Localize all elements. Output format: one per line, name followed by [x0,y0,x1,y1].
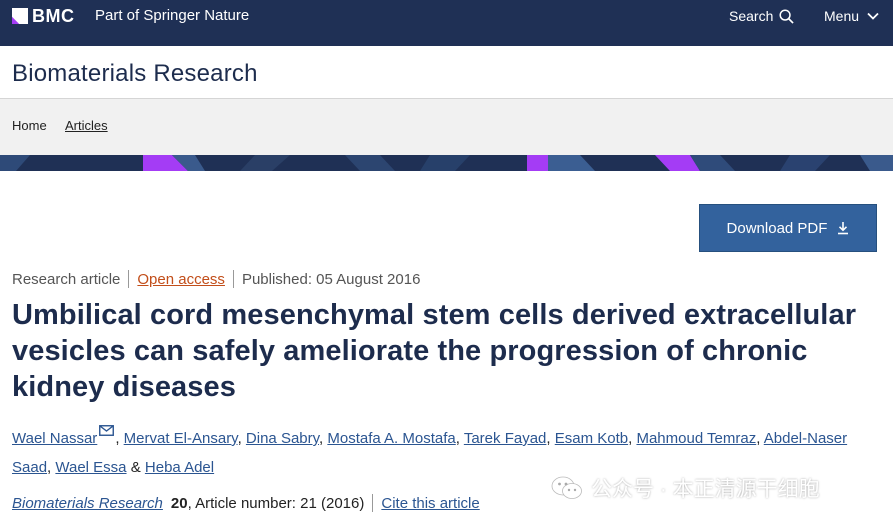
site-header: BMC Part of Springer Nature Search Menu [0,0,893,46]
search-label: Search [729,8,774,24]
citation-journal-link[interactable]: Biomaterials Research [12,495,163,512]
author-separator: , [115,430,120,447]
chevron-down-icon [867,12,879,20]
citation-divider [372,494,374,512]
author-separator: , [756,430,761,447]
author-link[interactable]: Mostafa A. Mostafa [327,430,455,447]
bmc-logo-icon [12,8,28,24]
author-separator: , [237,430,242,447]
author-ampersand: & [130,459,141,476]
author-link[interactable]: Tarek Fayad [464,430,547,447]
author-separator: , [455,430,460,447]
logo-text: BMC [32,6,75,26]
breadcrumb: Home Articles [0,99,893,155]
journal-title[interactable]: Biomaterials Research [12,60,258,88]
banner-pattern [0,155,893,171]
article-meta: Research article Open access Published: … [12,270,420,288]
author-link[interactable]: Wael Essa [55,459,126,476]
author-link[interactable]: Dina Sabry [246,430,319,447]
open-access-link[interactable]: Open access [137,271,225,288]
menu-button[interactable]: Menu [824,8,879,24]
author-link[interactable]: Esam Kotb [555,430,628,447]
bmc-logo[interactable]: BMC [12,7,75,25]
menu-label: Menu [824,8,860,24]
tagline[interactable]: Part of Springer Nature [95,7,249,25]
author-separator: , [546,430,551,447]
watermark-text: 公众号 · 本正清源干细胞 [591,478,820,501]
envelope-icon[interactable] [99,425,115,436]
author-separator: , [319,430,324,447]
search-icon [779,8,795,24]
article-title: Umbilical cord mesenchymal stem cells de… [12,299,857,403]
meta-divider [128,270,130,288]
journal-bar: Biomaterials Research [0,46,893,99]
breadcrumb-home[interactable]: Home [12,118,47,133]
search-button[interactable]: Search [729,8,795,24]
meta-divider [232,270,234,288]
download-arrow-icon [838,222,849,235]
watermark: 公众号 · 本正清源干细胞 [551,473,820,503]
citation-article-number: , Article number: 21 (2016) [187,494,365,512]
author-separator: , [47,459,52,476]
download-pdf-button[interactable]: Download PDF [699,204,877,252]
author-link[interactable]: Mervat El-Ansary [124,430,238,447]
download-label: Download PDF [726,219,828,237]
published-date: Published: 05 August 2016 [241,270,421,288]
author-separator: , [628,430,633,447]
author-link[interactable]: Heba Adel [145,459,214,476]
cite-this-article-link[interactable]: Cite this article [381,495,479,512]
citation-volume: 20 [170,494,188,512]
author-link[interactable]: Mahmoud Temraz [636,430,756,447]
citation-line: Biomaterials Research 20 , Article numbe… [12,494,480,512]
wechat-icon [551,476,582,499]
article-type: Research article [12,270,121,288]
breadcrumb-articles[interactable]: Articles [65,118,108,133]
decorative-banner [0,155,893,171]
author-link[interactable]: Wael Nassar [12,430,97,447]
